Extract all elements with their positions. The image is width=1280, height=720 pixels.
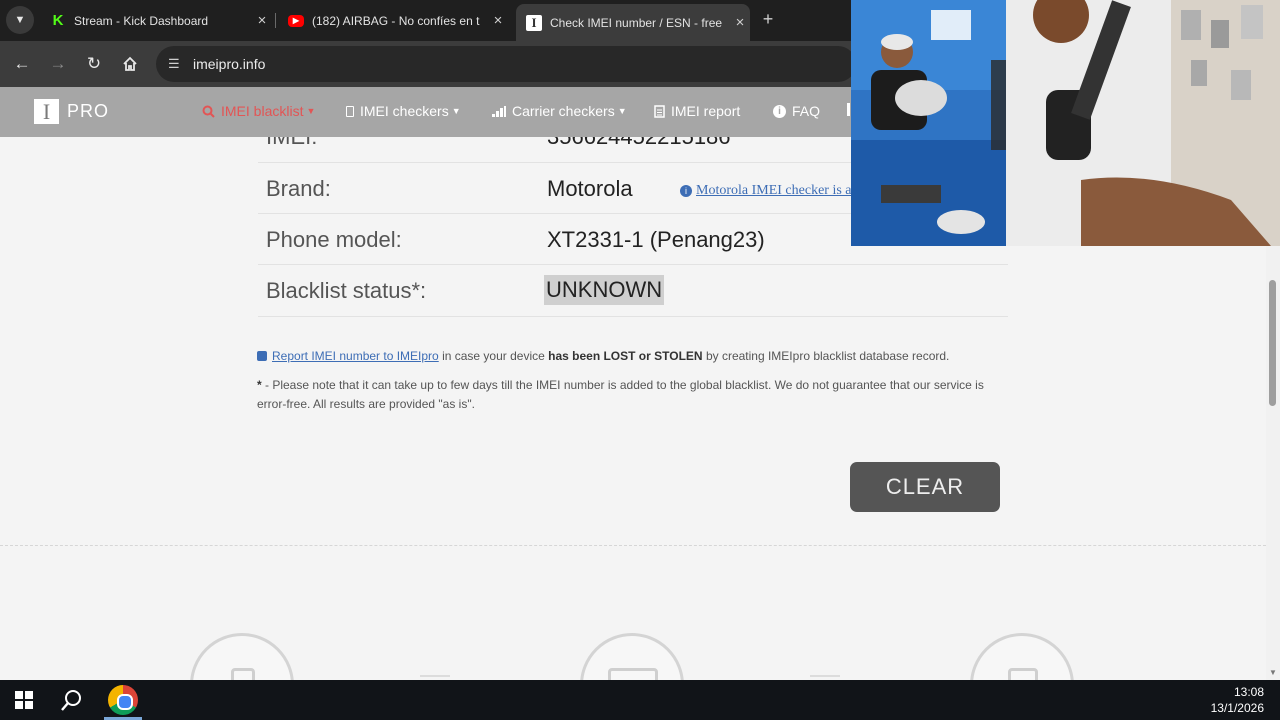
step-arrow <box>420 675 450 677</box>
forward-button[interactable]: → <box>44 50 72 78</box>
laptop-icon <box>608 668 658 680</box>
document-icon <box>1008 668 1038 680</box>
tab-kick-dashboard[interactable]: K Stream - Kick Dashboard × <box>40 6 272 35</box>
signal-icon <box>492 105 506 117</box>
step-circle-document <box>970 633 1074 680</box>
chevron-down-icon: ▼ <box>14 14 26 26</box>
menu-imei-report[interactable]: IMEI report <box>654 103 740 119</box>
home-icon <box>123 56 137 71</box>
clock-time: 13:08 <box>1233 685 1264 699</box>
step-circle-laptop <box>580 633 684 680</box>
section-divider <box>0 545 1266 546</box>
caret-down-icon: ▼ <box>451 106 461 116</box>
brand-checker-link[interactable]: i Motorola IMEI checker is a <box>680 183 852 199</box>
kick-icon: K <box>50 12 66 29</box>
new-tab-button[interactable]: + <box>758 9 778 30</box>
step-circle-phone <box>190 633 294 680</box>
disclaimer-note: * - Please note that it can take up to f… <box>257 378 984 411</box>
close-tab-icon[interactable]: × <box>488 12 508 29</box>
site-logo[interactable]: I <box>34 99 59 124</box>
tab-search-button[interactable]: ▼ <box>6 6 34 34</box>
plus-icon: + <box>762 9 774 29</box>
tab-youtube-airbag[interactable]: ▶ (182) AIRBAG - No confíes en t × <box>278 6 508 35</box>
step-arrow <box>810 675 840 677</box>
tab-separator <box>275 13 276 28</box>
blacklist-label: Blacklist status*: <box>266 278 427 303</box>
back-button[interactable]: ← <box>8 50 36 78</box>
menu-imei-checkers[interactable]: IMEI checkers ▼ <box>346 103 461 119</box>
caret-down-icon: ▼ <box>617 106 627 116</box>
reload-icon: ↻ <box>86 54 102 73</box>
youtube-icon: ▶ <box>288 14 304 27</box>
info-icon: i <box>773 104 786 118</box>
info-icon: i <box>680 185 692 197</box>
model-label: Phone model: <box>266 227 402 252</box>
menu-overflow-icon[interactable] <box>847 103 850 116</box>
webcam-video-frame <box>851 0 1280 246</box>
brand-label: Brand: <box>266 176 331 201</box>
chrome-icon[interactable] <box>108 685 138 715</box>
scrollbar-thumb[interactable] <box>1269 280 1276 406</box>
close-tab-icon[interactable]: × <box>730 14 750 31</box>
search-icon[interactable] <box>58 688 84 714</box>
caret-down-icon: ▼ <box>306 106 316 116</box>
arrow-left-icon: ← <box>13 54 31 73</box>
brand-value: Motorola <box>547 176 633 201</box>
report-note: Report IMEI number to IMEIpro in case yo… <box>257 347 949 366</box>
home-button[interactable] <box>116 50 144 78</box>
model-value: XT2331-1 (Penang23) <box>547 227 765 252</box>
scroll-down-icon[interactable]: ▼ <box>1269 668 1277 677</box>
clear-button[interactable]: CLEAR <box>850 462 1000 512</box>
system-clock[interactable]: 13:08 13/1/2026 <box>1211 684 1264 716</box>
clock-date: 13/1/2026 <box>1210 701 1264 715</box>
site-logo-text[interactable]: PRO <box>67 101 109 122</box>
menu-carrier-checkers[interactable]: Carrier checkers ▼ <box>492 103 627 119</box>
tab-imeipro[interactable]: I Check IMEI number / ESN - free × <box>516 4 750 41</box>
windows-start-icon[interactable] <box>15 691 33 709</box>
result-row-blacklist: Blacklist status*: UNKNOWN <box>258 265 1008 317</box>
reload-button[interactable]: ↻ <box>80 50 108 78</box>
imeipro-icon: I <box>526 14 542 31</box>
document-icon <box>654 104 665 118</box>
report-imei-link[interactable]: Report IMEI number to IMEIpro <box>272 349 439 363</box>
windows-taskbar: 13:08 13/1/2026 <box>0 680 1280 720</box>
blacklist-status-value: UNKNOWN <box>544 275 665 305</box>
webcam-overlay <box>851 0 1280 246</box>
menu-imei-blacklist[interactable]: IMEI blacklist ▼ <box>202 103 315 119</box>
close-tab-icon[interactable]: × <box>252 12 272 29</box>
search-icon <box>202 105 215 118</box>
phone-icon <box>346 105 354 117</box>
menu-faq[interactable]: i FAQ <box>773 103 820 119</box>
address-bar[interactable]: ☰ imeipro.info <box>156 46 856 82</box>
arrow-right-icon: → <box>49 54 67 73</box>
phone-icon <box>231 668 255 680</box>
site-info-icon[interactable]: ☰ <box>168 56 186 72</box>
external-link-icon <box>257 351 267 361</box>
